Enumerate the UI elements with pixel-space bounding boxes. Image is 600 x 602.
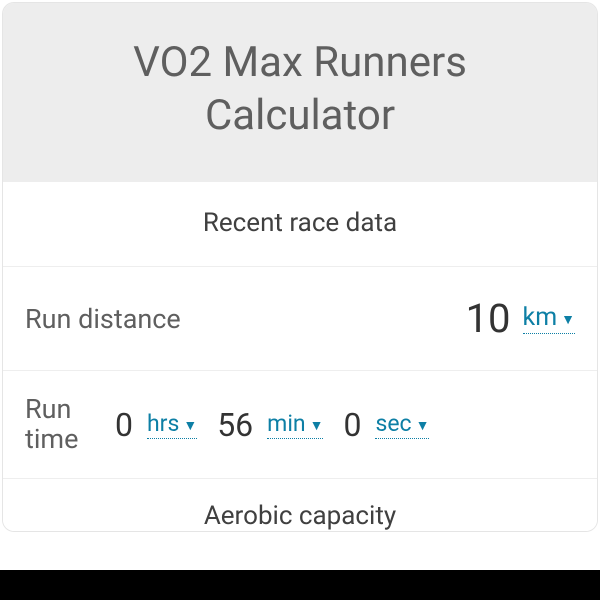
page-title: VO2 Max Runners Calculator: [43, 37, 557, 142]
unit-text: hrs: [147, 410, 179, 437]
bottom-black-bar: [0, 570, 600, 600]
run-time-sec-value[interactable]: 0: [343, 406, 361, 444]
run-time-min-value[interactable]: 56: [217, 406, 253, 444]
run-distance-value[interactable]: 10: [466, 295, 511, 342]
unit-text: min: [267, 410, 305, 437]
chevron-down-icon: ▼: [310, 417, 324, 434]
run-distance-unit-select[interactable]: km ▼: [523, 303, 575, 334]
chevron-down-icon: ▼: [561, 311, 575, 328]
section-race-data: Recent race data: [3, 182, 597, 267]
card-header: VO2 Max Runners Calculator: [3, 3, 597, 182]
section-aerobic-capacity: Aerobic capacity: [3, 479, 597, 531]
chevron-down-icon: ▼: [416, 417, 430, 434]
unit-text: sec: [375, 410, 411, 437]
row-run-time: Run time 0 hrs ▼ 56 min ▼ 0 sec ▼: [3, 371, 597, 479]
row-run-distance: Run distance 10 km ▼: [3, 267, 597, 371]
run-time-hrs-value[interactable]: 0: [115, 406, 133, 444]
unit-text: km: [523, 303, 558, 332]
calculator-card: VO2 Max Runners Calculator Recent race d…: [2, 2, 598, 532]
run-time-sec-unit-select[interactable]: sec ▼: [375, 410, 429, 439]
run-time-hrs-unit-select[interactable]: hrs ▼: [147, 410, 197, 439]
run-distance-label: Run distance: [25, 303, 466, 335]
chevron-down-icon: ▼: [183, 417, 197, 434]
run-time-label: Run time: [25, 395, 95, 454]
run-time-min-unit-select[interactable]: min ▼: [267, 410, 323, 439]
